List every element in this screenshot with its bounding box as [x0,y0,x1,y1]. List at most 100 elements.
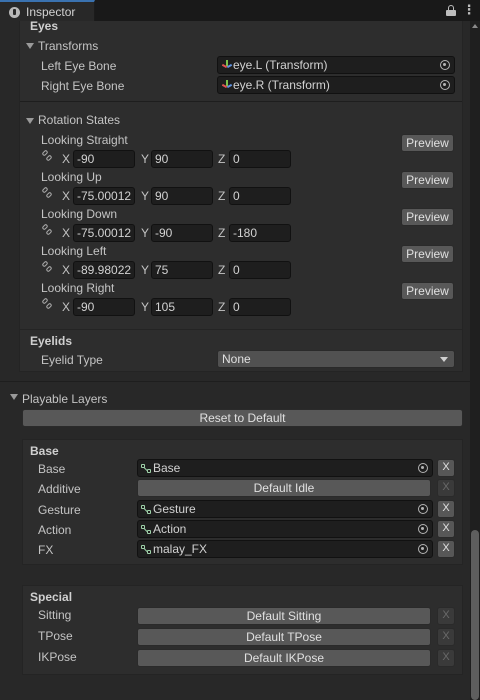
layer-label: Action [38,523,72,537]
layer-controller-field[interactable]: malay_FX [137,540,433,558]
tab-inspector[interactable]: Inspector [0,0,95,21]
layer-controller-field[interactable]: Gesture [137,500,433,518]
rotation-states-foldout-arrow-icon[interactable] [26,118,34,124]
animator-controller-icon [141,463,152,474]
rotation-z-field[interactable]: 0 [229,150,291,168]
kebab-menu-icon[interactable]: ⋮ [462,3,476,17]
playable-layers-foldout-arrow-icon[interactable] [10,394,18,400]
divider [0,381,470,382]
axis-x-label: X [62,189,71,203]
transforms-title[interactable]: Transforms [38,39,98,53]
clear-special-layer-button: X [437,607,455,625]
rotation-x-field[interactable]: -90 [73,298,135,316]
object-picker-icon[interactable] [440,60,450,70]
playable-layers-title[interactable]: Playable Layers [22,392,107,406]
eyelid-type-label: Eyelid Type [41,353,103,367]
clear-layer-button[interactable]: X [437,540,455,558]
axis-z-label: Z [218,226,226,240]
left-eye-bone-field[interactable]: eye.L (Transform) [217,56,455,74]
object-picker-icon[interactable] [418,463,428,473]
base-layers-title: Base [30,444,59,458]
default-layer-button[interactable]: Default Idle [137,479,431,497]
animator-controller-icon [141,504,152,515]
clear-layer-button[interactable]: X [437,520,455,538]
link-icon[interactable] [41,297,53,310]
reset-to-default-button[interactable]: Reset to Default [22,409,463,427]
rotation-state-label: Looking Right [41,281,115,295]
inspector-panel: Eyes Transforms Left Eye Bone eye.L (Tra… [0,21,470,700]
rotation-z-field[interactable]: 0 [229,261,291,279]
layer-controller-field[interactable]: Base [137,459,433,477]
layer-label: Base [38,462,66,476]
rotation-y-field[interactable]: 75 [151,261,213,279]
clear-layer-button[interactable]: X [437,500,455,518]
rotation-z-field[interactable]: 0 [229,298,291,316]
layer-controller-value: malay_FX [153,542,208,556]
layer-label: Additive [38,482,81,496]
axis-z-label: Z [218,189,226,203]
right-eye-bone-field[interactable]: eye.R (Transform) [217,76,455,94]
clear-layer-button[interactable]: X [437,459,455,477]
axis-y-label: Y [141,263,150,277]
lock-icon[interactable] [446,5,456,16]
info-icon [9,7,20,18]
transform-icon [221,80,233,90]
rotation-y-field[interactable]: 90 [151,150,213,168]
transform-icon [221,60,233,70]
rotation-x-field[interactable]: -90 [73,150,135,168]
rotation-z-field[interactable]: 0 [229,187,291,205]
preview-button[interactable]: Preview [401,134,454,152]
axis-z-label: Z [218,152,226,166]
rotation-state-label: Looking Straight [41,133,128,147]
rotation-z-field[interactable]: -180 [229,224,291,242]
axis-y-label: Y [141,300,150,314]
divider [20,101,462,102]
rotation-states-title[interactable]: Rotation States [38,113,120,127]
preview-button[interactable]: Preview [401,208,454,226]
rotation-y-field[interactable]: 105 [151,298,213,316]
clear-layer-button: X [437,479,455,497]
tab-bar: Inspector ⋮ [0,0,480,21]
axis-x-label: X [62,300,71,314]
scroll-up-arrow-icon[interactable] [472,24,478,28]
object-picker-icon[interactable] [440,80,450,90]
default-special-layer-button[interactable]: Default TPose [137,628,431,646]
preview-button[interactable]: Preview [401,282,454,300]
clear-special-layer-button: X [437,649,455,667]
rotation-x-field[interactable]: -75.00012 [73,224,135,242]
transforms-foldout-arrow-icon[interactable] [26,43,34,49]
preview-button[interactable]: Preview [401,171,454,189]
axis-z-label: Z [218,263,226,277]
default-special-layer-button[interactable]: Default IKPose [137,649,431,667]
layer-controller-value: Action [153,522,187,536]
rotation-x-field[interactable]: -89.98022 [73,261,135,279]
layer-controller-value: Gesture [153,502,196,516]
special-layer-label: Sitting [38,608,72,622]
link-icon[interactable] [41,260,53,273]
scrollbar-thumb[interactable] [471,530,479,700]
link-icon[interactable] [41,186,53,199]
object-picker-icon[interactable] [418,544,428,554]
layer-label: FX [38,543,54,557]
rotation-state-label: Looking Down [41,207,118,221]
object-picker-icon[interactable] [418,524,428,534]
preview-button[interactable]: Preview [401,245,454,263]
link-icon[interactable] [41,223,53,236]
right-eye-bone-label: Right Eye Bone [41,79,125,93]
rotation-state-label: Looking Left [41,244,107,258]
eyelids-section-title: Eyelids [30,334,73,348]
eyelid-type-value: None [222,352,251,366]
rotation-y-field[interactable]: -90 [151,224,213,242]
default-special-layer-button[interactable]: Default Sitting [137,607,431,625]
right-eye-bone-value: eye.R (Transform) [233,78,330,92]
dropdown-arrow-icon [440,357,448,362]
eyes-section-title: Eyes [30,21,59,33]
rotation-x-field[interactable]: -75.00012 [73,187,135,205]
eyelid-type-dropdown[interactable]: None [217,350,455,368]
animator-controller-icon [141,544,152,555]
rotation-y-field[interactable]: 90 [151,187,213,205]
object-picker-icon[interactable] [418,504,428,514]
link-icon[interactable] [41,149,53,162]
layer-controller-field[interactable]: Action [137,520,433,538]
special-layer-label: TPose [38,629,73,643]
